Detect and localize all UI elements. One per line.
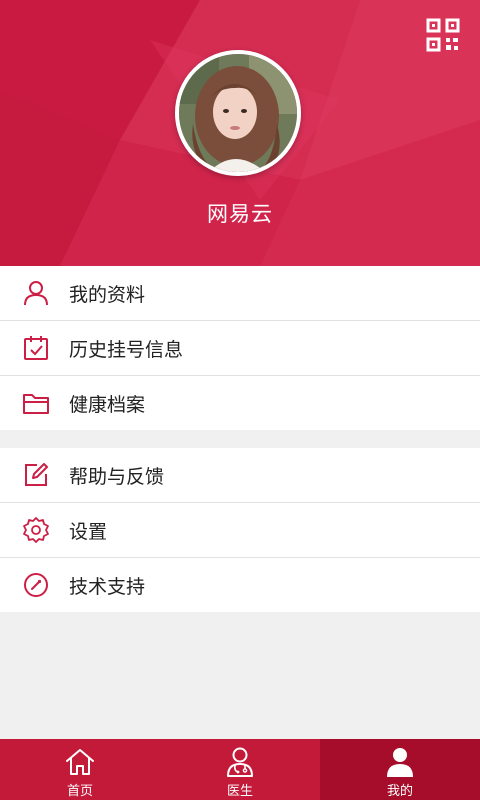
tab-mine[interactable]: 我的 — [320, 739, 480, 800]
avatar[interactable] — [175, 50, 301, 176]
menu-item-history-registration[interactable]: 历史挂号信息 — [0, 321, 480, 376]
menu-item-label: 技术支持 — [69, 575, 146, 598]
tab-label: 医生 — [226, 784, 253, 799]
profile-header: 网易云 — [0, 0, 480, 266]
menu-item-label: 设置 — [69, 520, 108, 543]
qr-code-icon — [426, 18, 460, 52]
calendar-check-icon — [22, 334, 50, 362]
bottom-tab-bar: 首页 医生 我的 — [0, 739, 480, 800]
menu-item-label: 我的资料 — [69, 283, 146, 306]
tab-label: 我的 — [386, 784, 413, 799]
gear-icon — [22, 516, 50, 544]
menu-item-health-records[interactable]: 健康档案 — [0, 376, 480, 430]
tab-home[interactable]: 首页 — [0, 739, 160, 800]
edit-icon — [22, 461, 50, 489]
menu-item-tech-support[interactable]: 技术支持 — [0, 558, 480, 612]
menu-item-label: 帮助与反馈 — [69, 465, 165, 488]
user-icon — [22, 279, 50, 307]
menu-group-profile: 我的资料 历史挂号信息 健康档案 — [0, 266, 480, 430]
folder-icon — [22, 389, 50, 417]
doctor-icon — [223, 746, 257, 778]
tab-doctor[interactable]: 医生 — [160, 739, 320, 800]
menu-item-label: 健康档案 — [69, 393, 146, 416]
menu-item-settings[interactable]: 设置 — [0, 503, 480, 558]
username: 网易云 — [207, 202, 273, 226]
avatar-image — [179, 54, 297, 172]
menu-item-my-profile[interactable]: 我的资料 — [0, 266, 480, 321]
menu-item-label: 历史挂号信息 — [69, 338, 184, 361]
menu-group-support: 帮助与反馈 设置 技术支持 — [0, 448, 480, 612]
tab-label: 首页 — [66, 784, 93, 799]
person-icon — [383, 746, 417, 778]
menu-item-help-feedback[interactable]: 帮助与反馈 — [0, 448, 480, 503]
home-icon — [63, 746, 97, 778]
qr-code-button[interactable] — [426, 18, 460, 52]
compass-icon — [22, 571, 50, 599]
